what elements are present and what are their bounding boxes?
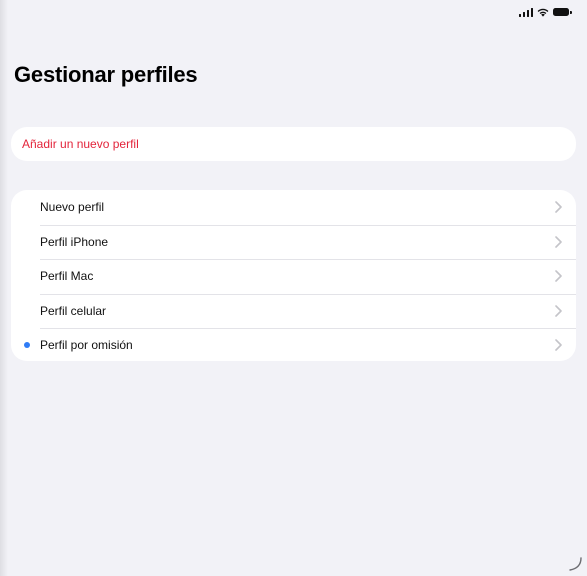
profile-label: Nuevo perfil bbox=[40, 200, 105, 215]
profiles-list: Nuevo perfil Perfil iPhone Perfil Mac Pe… bbox=[11, 190, 576, 361]
signal-icon bbox=[518, 7, 533, 17]
chevron-right-icon bbox=[555, 270, 562, 283]
chevron-right-icon bbox=[555, 339, 562, 352]
chevron-right-icon bbox=[555, 235, 562, 248]
profile-row[interactable]: Nuevo perfil bbox=[11, 190, 576, 225]
profile-row-selected[interactable]: Perfil por omisión bbox=[11, 328, 576, 363]
chevron-right-icon bbox=[555, 201, 562, 214]
profile-row[interactable]: Perfil Mac bbox=[11, 259, 576, 294]
battery-icon bbox=[553, 8, 572, 16]
add-profile-button[interactable]: Añadir un nuevo perfil bbox=[22, 137, 139, 151]
profile-label: Perfil por omisión bbox=[40, 338, 133, 353]
profile-label: Perfil celular bbox=[40, 303, 107, 318]
resize-handle-icon[interactable] bbox=[567, 556, 583, 572]
wifi-icon bbox=[537, 8, 549, 17]
status-bar bbox=[518, 6, 572, 18]
profile-label: Perfil Mac bbox=[40, 269, 94, 284]
page-title: Gestionar perfiles bbox=[14, 62, 198, 87]
profile-row[interactable]: Perfil iPhone bbox=[11, 224, 576, 260]
selected-indicator-dot bbox=[24, 342, 30, 349]
profile-label: Perfil iPhone bbox=[40, 234, 109, 249]
add-profile-card: Añadir un nuevo perfil bbox=[11, 127, 576, 161]
window-edge-shadow bbox=[0, 0, 8, 576]
chevron-right-icon bbox=[555, 304, 562, 317]
profile-row[interactable]: Perfil celular bbox=[11, 293, 576, 329]
